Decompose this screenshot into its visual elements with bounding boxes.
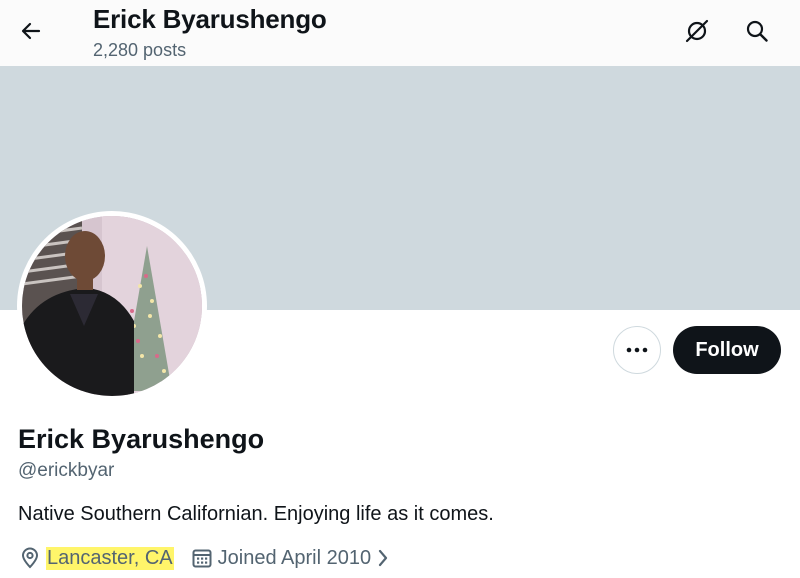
bio-text: Native Southern Californian. Enjoying li… bbox=[18, 503, 494, 525]
user-handle: @erickbyar bbox=[18, 460, 115, 481]
grok-button[interactable] bbox=[677, 11, 717, 51]
joined-text: Joined April 2010 bbox=[217, 546, 372, 569]
posts-count: 2,280 posts bbox=[93, 40, 187, 60]
joined-item[interactable]: Joined April 2010 bbox=[190, 546, 389, 570]
grok-icon bbox=[685, 19, 709, 43]
calendar-icon bbox=[190, 546, 214, 570]
location-text: Lancaster, CA bbox=[46, 546, 174, 570]
search-icon bbox=[746, 20, 768, 42]
search-button[interactable] bbox=[737, 11, 777, 51]
top-bar: Erick Byarushengo 2,280 posts bbox=[0, 0, 800, 66]
location-pin-icon bbox=[18, 546, 42, 570]
header-title: Erick Byarushengo bbox=[93, 4, 327, 34]
follow-button[interactable]: Follow bbox=[673, 326, 781, 374]
display-name: Erick Byarushengo bbox=[18, 424, 265, 454]
profile-meta: Lancaster, CA Joined April 2010 bbox=[18, 544, 389, 572]
avatar-image bbox=[22, 216, 202, 396]
more-horizontal-icon bbox=[626, 347, 648, 353]
back-button[interactable] bbox=[12, 12, 50, 50]
chevron-right-icon bbox=[377, 548, 389, 568]
back-arrow-icon bbox=[21, 22, 41, 40]
location-item: Lancaster, CA bbox=[18, 546, 174, 570]
profile-page: Erick Byarushengo 2,280 posts Follow Eri… bbox=[0, 0, 800, 578]
more-options-button[interactable] bbox=[613, 326, 661, 374]
avatar[interactable] bbox=[17, 211, 207, 401]
